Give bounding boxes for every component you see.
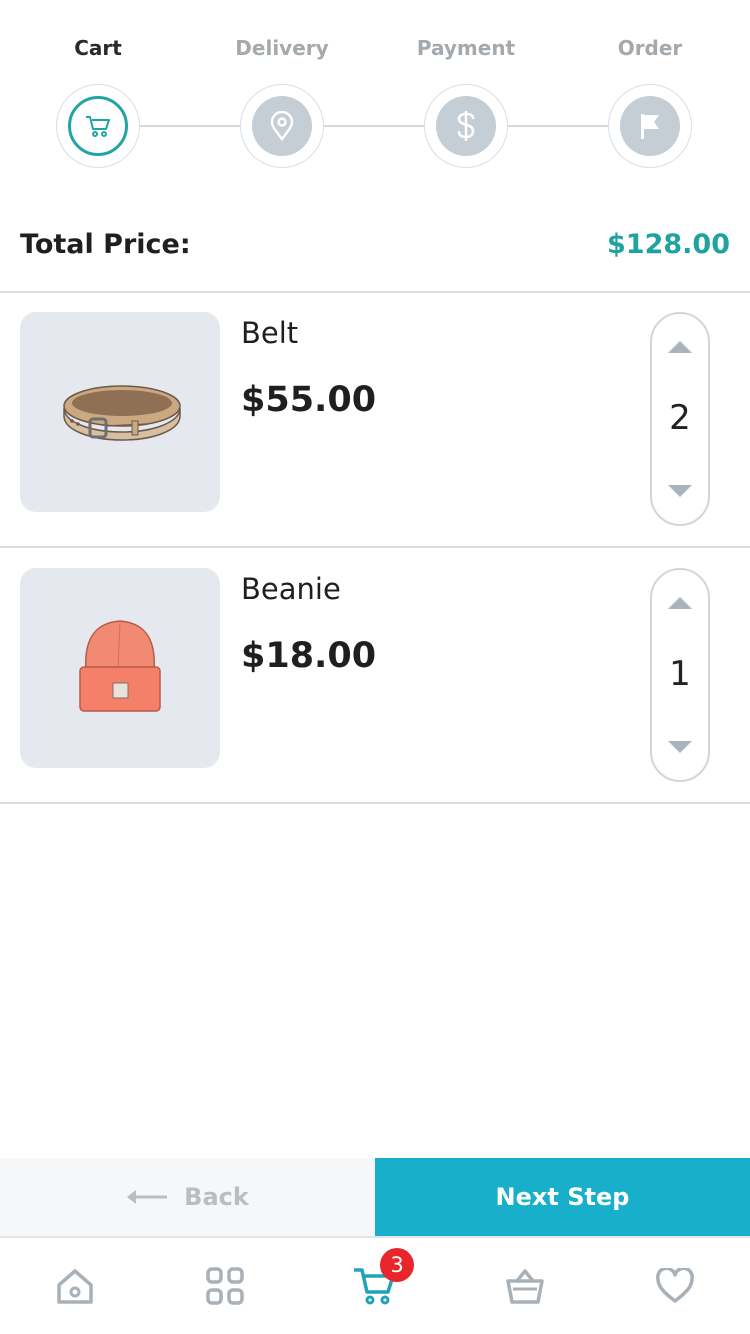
quantity-decrease-button[interactable] <box>652 466 708 516</box>
step-connector <box>508 125 612 127</box>
belt-image <box>20 312 220 512</box>
step-connector <box>324 125 428 127</box>
item-price: $18.00 <box>241 636 377 676</box>
step-order[interactable] <box>608 84 692 168</box>
cart-item: Beanie $18.00 1 <box>0 548 750 802</box>
quantity-increase-button[interactable] <box>652 578 708 628</box>
cart-badge: 3 <box>380 1248 414 1282</box>
quantity-stepper: 1 <box>650 568 710 782</box>
dollar-icon <box>457 111 475 141</box>
next-step-button-label: Next Step <box>495 1183 630 1211</box>
bottom-nav: 3 <box>0 1236 750 1334</box>
location-pin-icon <box>270 111 294 141</box>
nav-cart[interactable]: 3 <box>300 1238 450 1334</box>
caret-up-icon <box>668 341 692 353</box>
divider <box>0 802 750 804</box>
total-price-value: $128.00 <box>607 228 730 260</box>
item-name: Beanie <box>241 572 341 606</box>
checkout-stepper: Cart Delivery Payment Order <box>0 0 750 190</box>
item-price: $55.00 <box>241 380 377 420</box>
back-button-label: Back <box>184 1183 249 1211</box>
nav-home[interactable] <box>0 1238 150 1334</box>
step-connector <box>140 125 244 127</box>
cart-icon <box>86 116 110 137</box>
step-delivery[interactable] <box>240 84 324 168</box>
cart-item: Belt $55.00 2 <box>0 292 750 546</box>
flag-icon <box>641 114 659 139</box>
caret-down-icon <box>668 485 692 497</box>
quantity-increase-button[interactable] <box>652 322 708 372</box>
quantity-value: 2 <box>669 398 691 438</box>
quantity-decrease-button[interactable] <box>652 722 708 772</box>
total-price-row: Total Price: $128.00 <box>20 212 730 276</box>
beanie-image <box>20 568 220 768</box>
arrow-left-icon <box>127 1190 168 1204</box>
nav-basket[interactable] <box>450 1238 600 1334</box>
total-price-label: Total Price: <box>20 228 191 260</box>
nav-wishlist[interactable] <box>600 1238 750 1334</box>
next-step-button[interactable]: Next Step <box>375 1158 750 1236</box>
step-cart[interactable] <box>56 84 140 168</box>
step-label-cart: Cart <box>74 36 122 60</box>
caret-down-icon <box>668 741 692 753</box>
step-label-delivery: Delivery <box>235 36 329 60</box>
back-button[interactable]: Back <box>0 1158 375 1236</box>
home-icon <box>57 1269 93 1304</box>
nav-categories[interactable] <box>150 1238 300 1334</box>
step-label-order: Order <box>617 36 683 60</box>
quantity-stepper: 2 <box>650 312 710 526</box>
step-label-payment: Payment <box>416 36 516 60</box>
grid-icon <box>206 1267 244 1305</box>
quantity-value: 1 <box>669 654 691 694</box>
step-payment[interactable] <box>424 84 508 168</box>
caret-up-icon <box>668 597 692 609</box>
basket-icon <box>506 1269 544 1304</box>
item-name: Belt <box>241 316 299 350</box>
heart-icon <box>656 1268 694 1303</box>
